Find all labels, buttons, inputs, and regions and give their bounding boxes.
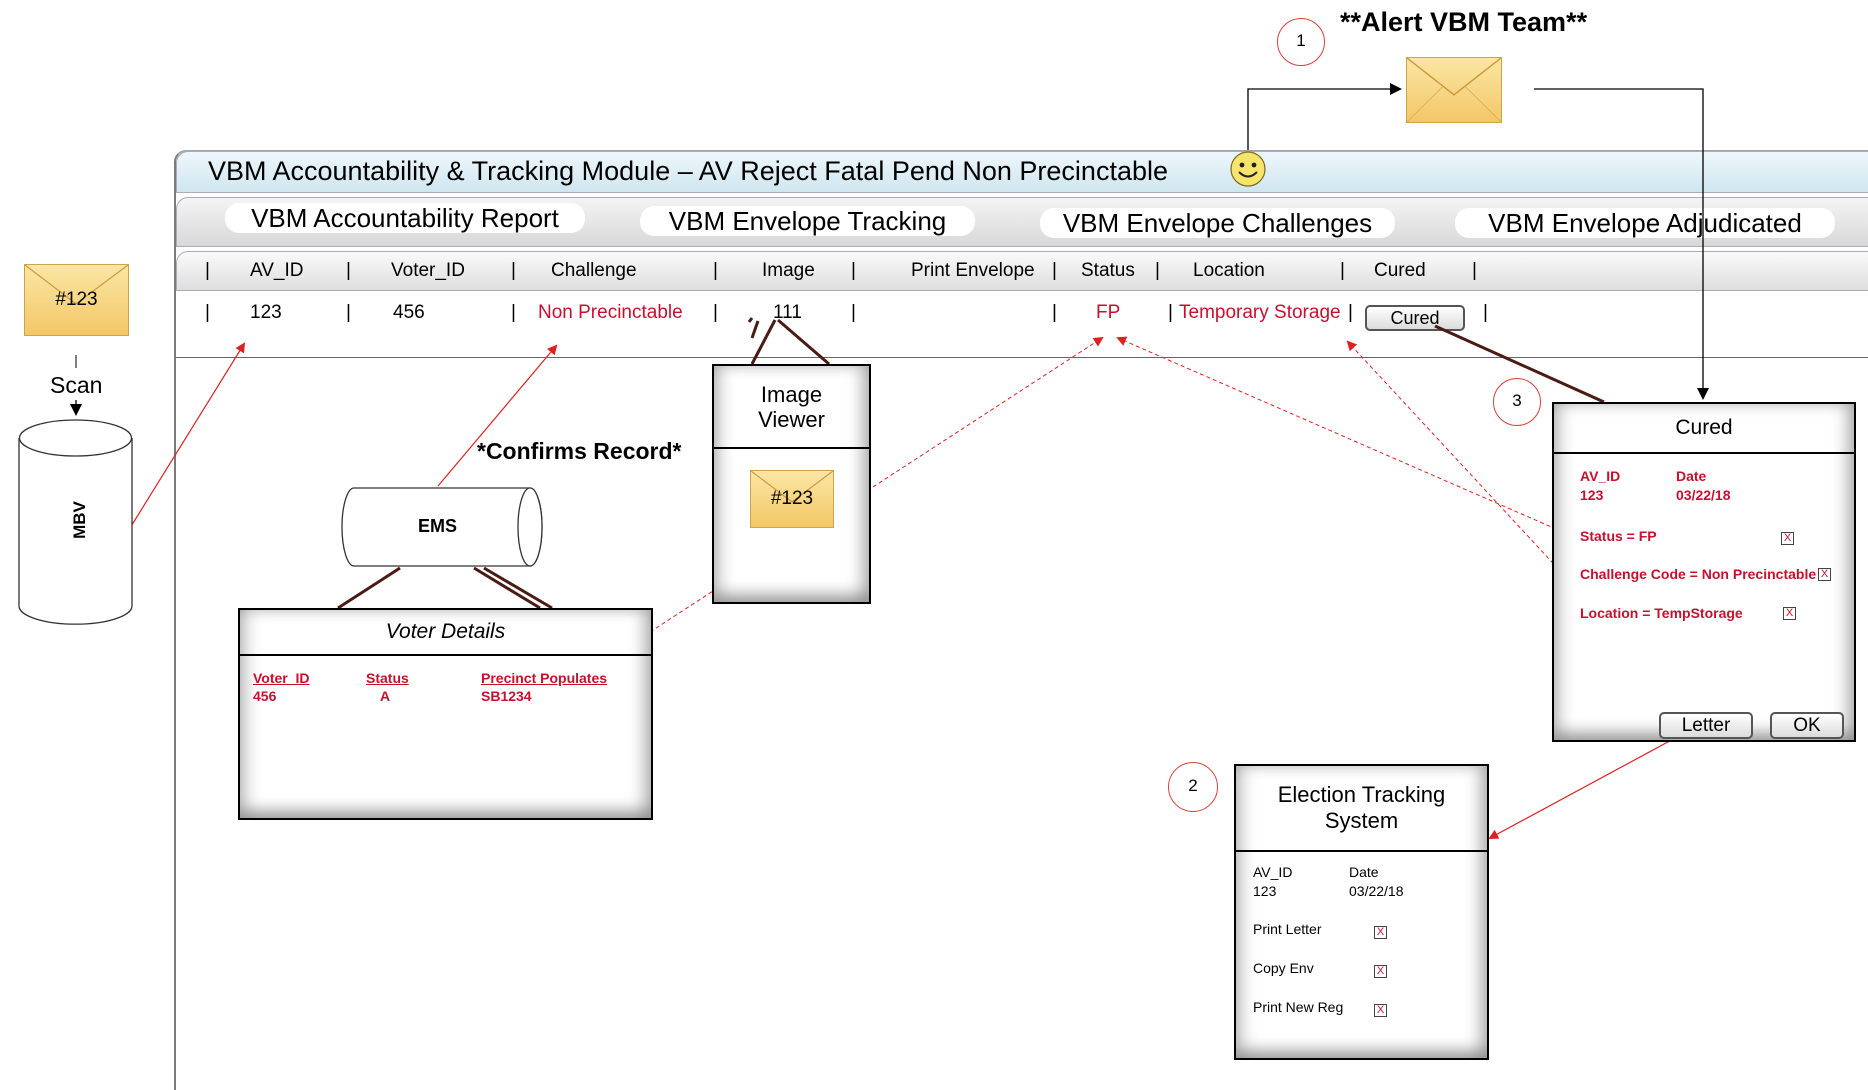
voter-details-header-voter-id: Voter_ID: [253, 670, 310, 686]
cured-status-checkbox[interactable]: X: [1781, 532, 1794, 545]
step-number-2-label: 2: [1188, 776, 1198, 795]
tab-accountability-report[interactable]: VBM Accountability Report: [225, 203, 585, 233]
ets-date-label: Date: [1349, 864, 1379, 880]
voter-details-title: Voter Details: [240, 610, 651, 656]
cell-status: FP: [1096, 302, 1121, 323]
cell-challenge: Non Precinctable: [538, 302, 683, 323]
column-header-status: Status: [1081, 260, 1135, 281]
module-title: VBM Accountability & Tracking Module – A…: [208, 156, 1168, 186]
ets-date-value: 03/22/18: [1349, 883, 1404, 899]
election-tracking-title-line1: Election Tracking: [1277, 782, 1446, 807]
step-number-1-label: 1: [1296, 31, 1306, 50]
column-header-challenge: Challenge: [551, 260, 637, 281]
ok-button[interactable]: OK: [1770, 712, 1844, 739]
ets-item-print-letter: Print Letter: [1253, 921, 1322, 937]
column-separator: |: [1340, 260, 1345, 281]
voter-details-header-status: Status: [366, 670, 409, 686]
ems-annotation: *Confirms Record*: [477, 438, 682, 464]
cured-date-value: 03/22/18: [1676, 487, 1731, 503]
image-viewer-envelope-label: #123: [770, 488, 814, 509]
column-header-location: Location: [1193, 260, 1265, 281]
image-viewer-title: Image Viewer: [714, 366, 869, 449]
step-number-3-label: 3: [1512, 391, 1522, 410]
column-separator: |: [1155, 260, 1160, 281]
cured-av-id-label: AV_ID: [1580, 468, 1621, 484]
ets-av-id-label: AV_ID: [1253, 864, 1293, 880]
column-header-av-id: AV_ID: [250, 260, 304, 281]
ets-av-id-value: 123: [1253, 883, 1277, 899]
cured-button[interactable]: Cured: [1365, 305, 1465, 331]
image-viewer-title-line1: Image: [760, 382, 823, 407]
cell-av-id: 123: [250, 302, 282, 323]
tab-envelope-tracking[interactable]: VBM Envelope Tracking: [640, 206, 975, 236]
column-separator: |: [713, 302, 718, 323]
column-header-cured: Cured: [1374, 260, 1426, 281]
column-separator: |: [851, 260, 856, 281]
mbv-database-icon: MBV: [17, 418, 134, 626]
column-separator: |: [346, 260, 351, 281]
alert-envelope-icon: [1406, 57, 1502, 123]
cured-location-checkbox[interactable]: X: [1783, 607, 1796, 620]
column-separator: |: [1472, 260, 1477, 281]
cured-av-id-value: 123: [1580, 487, 1604, 503]
row-divider: [176, 357, 1868, 358]
scan-envelope-label: #123: [55, 289, 98, 310]
tab-envelope-adjudicated[interactable]: VBM Envelope Adjudicated: [1455, 208, 1835, 238]
cured-item-challenge-code: Challenge Code = Non Precinctable: [1580, 566, 1817, 582]
column-separator: |: [511, 302, 516, 323]
image-viewer-panel: Image Viewer #123: [712, 364, 871, 604]
step-number-3: 3: [1493, 378, 1541, 426]
ets-copy-env-checkbox[interactable]: X: [1374, 965, 1387, 978]
column-header-voter-id: Voter_ID: [391, 260, 465, 281]
ets-print-letter-checkbox[interactable]: X: [1374, 926, 1387, 939]
column-header-image: Image: [762, 260, 815, 281]
election-tracking-title-line2: System: [1324, 808, 1399, 833]
column-separator: |: [205, 302, 210, 323]
letter-button[interactable]: Letter: [1659, 712, 1753, 739]
column-header-print-envelope: Print Envelope: [911, 260, 1035, 281]
election-tracking-title: Election Tracking System: [1236, 766, 1487, 852]
cured-dialog-title: Cured: [1554, 404, 1854, 454]
step-number-1: 1: [1277, 18, 1325, 66]
image-viewer-envelope-icon: #123: [750, 470, 834, 528]
column-separator: |: [713, 260, 718, 281]
column-separator: |: [1052, 302, 1057, 323]
step-number-2: 2: [1168, 762, 1218, 812]
cell-location: Temporary Storage: [1179, 302, 1341, 323]
ems-label: EMS: [418, 516, 458, 536]
smiley-icon: [1229, 150, 1267, 188]
column-separator: |: [511, 260, 516, 281]
election-tracking-panel: Election Tracking System AV_ID Date 123 …: [1234, 764, 1489, 1060]
cured-item-location: Location = TempStorage: [1580, 605, 1743, 621]
alert-title: **Alert VBM Team**: [1340, 7, 1588, 37]
image-viewer-title-line2: Viewer: [758, 407, 825, 432]
cured-challenge-checkbox[interactable]: X: [1818, 568, 1831, 581]
column-separator: |: [346, 302, 351, 323]
column-separator: |: [851, 302, 856, 323]
cell-voter-id: 456: [393, 302, 425, 323]
ems-database-icon: EMS: [340, 486, 546, 568]
tab-envelope-challenges[interactable]: VBM Envelope Challenges: [1040, 208, 1395, 238]
mbv-label: MBV: [69, 501, 89, 539]
cured-dialog: Cured AV_ID Date 123 03/22/18 Status = F…: [1552, 402, 1856, 742]
cured-date-label: Date: [1676, 468, 1707, 484]
ets-print-new-reg-checkbox[interactable]: X: [1374, 1004, 1387, 1017]
voter-details-panel: Voter Details Voter_ID Status Precinct P…: [238, 608, 653, 820]
voter-details-value-status: A: [380, 688, 391, 704]
column-separator: |: [205, 260, 210, 281]
ets-item-copy-env: Copy Env: [1253, 960, 1314, 976]
ets-item-print-new-reg: Print New Reg: [1253, 999, 1344, 1015]
cured-item-status: Status = FP: [1580, 528, 1657, 544]
column-separator: |: [1168, 302, 1173, 323]
scan-envelope-icon: #123: [24, 264, 129, 336]
voter-details-value-precinct: SB1234: [481, 688, 532, 704]
cell-image-link[interactable]: 111: [773, 302, 802, 324]
voter-details-header-precinct: Precinct Populates: [481, 670, 608, 686]
column-separator: |: [1483, 302, 1488, 323]
scan-label: Scan: [50, 372, 103, 398]
voter-details-value-voter-id: 456: [253, 688, 277, 704]
column-separator: |: [1348, 302, 1353, 323]
column-separator: |: [1052, 260, 1057, 281]
